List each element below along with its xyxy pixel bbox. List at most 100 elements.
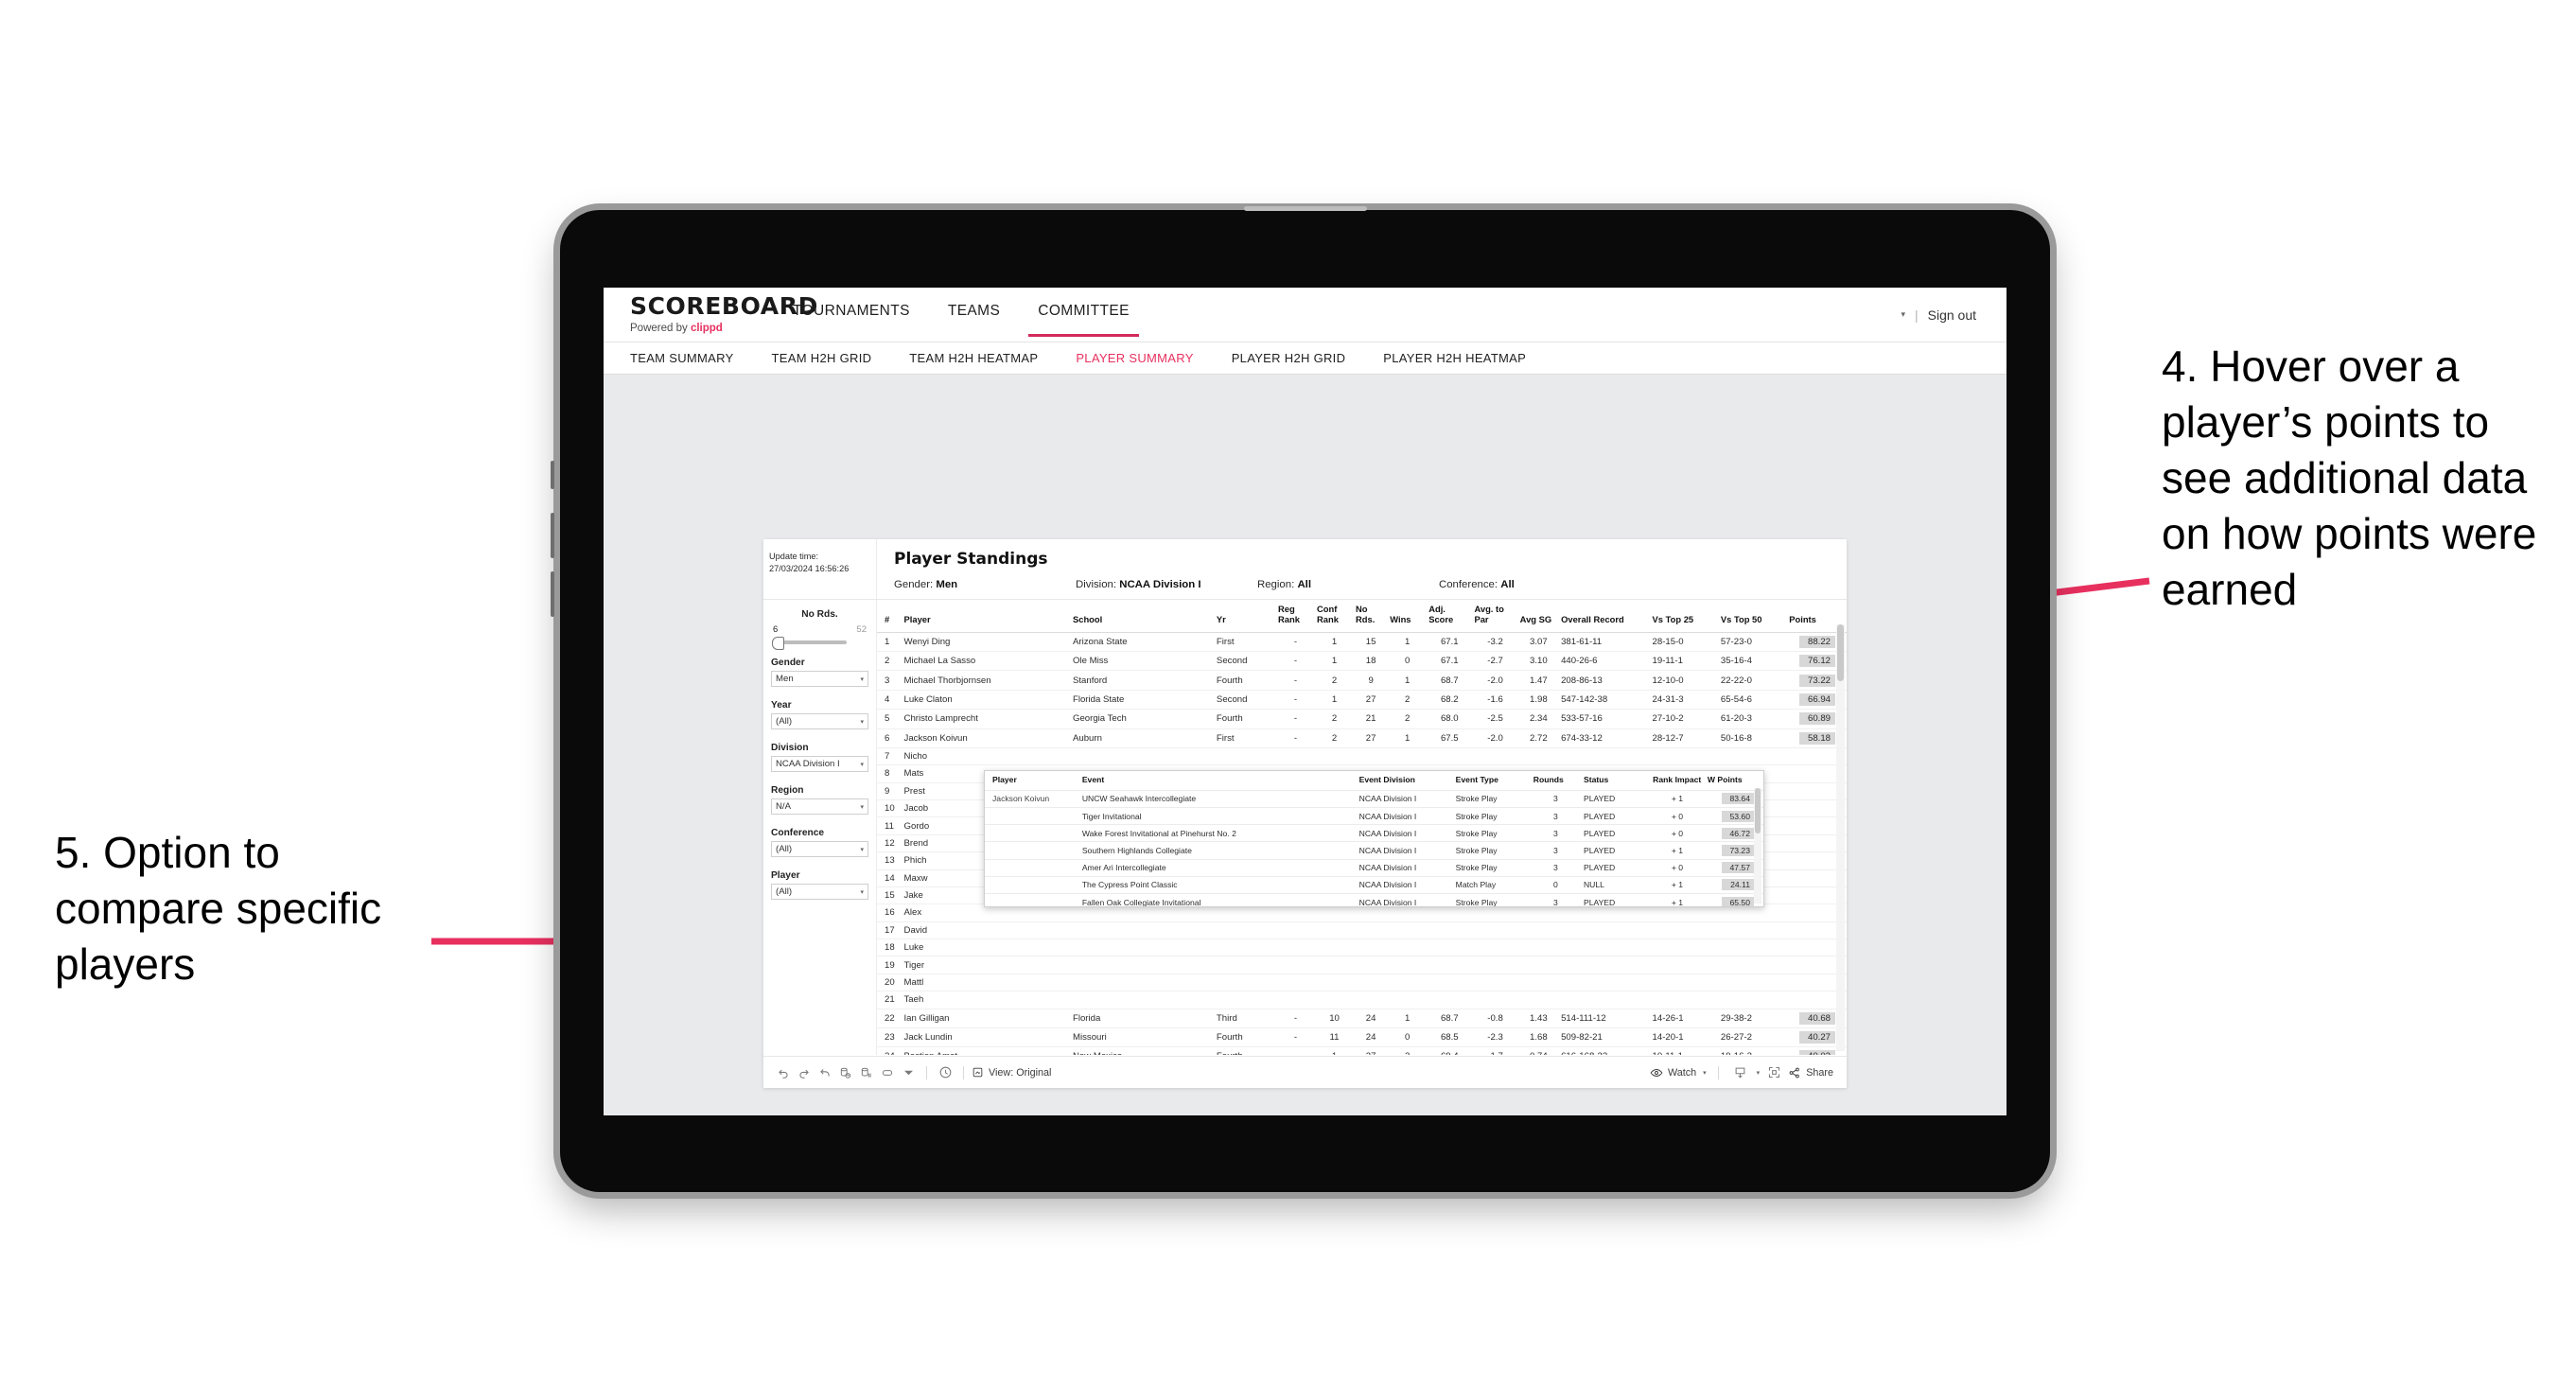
cell-overall-record: 208-86-13 bbox=[1559, 670, 1651, 691]
table-row[interactable]: 24Bastien AmatNew MexicoFourth-127269.4-… bbox=[877, 1046, 1847, 1055]
table-vertical-scrollbar[interactable] bbox=[1836, 624, 1845, 1051]
col-avg-to-par[interactable]: Avg. to Par bbox=[1472, 600, 1518, 633]
cell-avg-to-par: -2.0 bbox=[1472, 670, 1518, 691]
col-rank[interactable]: # bbox=[877, 600, 902, 633]
topnav-item-teams[interactable]: TEAMS bbox=[929, 303, 1019, 337]
points-breakdown-tooltip: Player Event Event Division Event Type R… bbox=[984, 770, 1764, 907]
view-original-button[interactable]: View: Original bbox=[972, 1066, 1051, 1079]
col-player[interactable]: Player bbox=[902, 600, 1071, 633]
subnav-item-player-h2h-heatmap[interactable]: PLAYER H2H HEATMAP bbox=[1364, 351, 1545, 365]
chevron-down-icon[interactable]: ▾ bbox=[1757, 1069, 1761, 1077]
topnav-item-committee[interactable]: COMMITTEE bbox=[1019, 303, 1148, 337]
col-reg-rank[interactable]: Reg Rank bbox=[1276, 600, 1316, 633]
col-year[interactable]: Yr bbox=[1214, 600, 1277, 633]
tooltip-scrollbar[interactable] bbox=[1754, 788, 1761, 904]
tipcell-player: Jackson Koivun bbox=[985, 789, 1079, 808]
table-row[interactable]: 19 Tiger bbox=[877, 956, 1847, 974]
tipcell-player bbox=[985, 858, 1079, 877]
no-rounds-slider-track[interactable] bbox=[772, 637, 847, 650]
cell-no-rounds: 24 bbox=[1354, 1027, 1389, 1048]
swap-layout-icon[interactable] bbox=[877, 1062, 898, 1083]
table-row[interactable]: 17 David bbox=[877, 921, 1847, 940]
tipcell-event: UNCW Seahawk Intercollegiate bbox=[1078, 789, 1357, 808]
subnav-item-player-h2h-grid[interactable]: PLAYER H2H GRID bbox=[1213, 351, 1365, 365]
col-school[interactable]: School bbox=[1070, 600, 1215, 633]
subnav-item-team-h2h-heatmap[interactable]: TEAM H2H HEATMAP bbox=[890, 351, 1057, 365]
col-vs-top-25[interactable]: Vs Top 25 bbox=[1650, 600, 1719, 633]
cell-adj-score: 68.2 bbox=[1427, 690, 1473, 711]
filter-select-conference[interactable]: (All) ▾ bbox=[771, 841, 868, 857]
col-no-rounds[interactable]: No Rds. bbox=[1354, 600, 1389, 633]
refresh-data-icon[interactable] bbox=[835, 1062, 856, 1083]
table-row[interactable]: 2 Michael La Sasso Ole Miss Second -1 18 0 67.1… bbox=[877, 651, 1847, 672]
cell-avg-to-par: -1.6 bbox=[1472, 690, 1518, 711]
cell-school: Stanford bbox=[1070, 670, 1215, 691]
cell-avg-sg bbox=[1517, 974, 1560, 992]
table-row[interactable]: 18 Luke bbox=[877, 939, 1847, 957]
brand-logo[interactable]: SCOREBOARD Powered by clippd bbox=[604, 288, 818, 342]
redo-icon[interactable] bbox=[794, 1062, 815, 1083]
table-row[interactable]: 6 Jackson Koivun Auburn First -2 27 1 67.5 -2.0 2… bbox=[877, 728, 1847, 748]
cell-vs-top-50 bbox=[1718, 747, 1788, 766]
table-row[interactable]: 4 Luke Claton Florida State Second -1 27 2 68.2… bbox=[877, 690, 1847, 711]
tooltip-scrollbar-thumb[interactable] bbox=[1755, 788, 1761, 833]
cell-overall-record: 547-142-38 bbox=[1559, 690, 1651, 711]
cell-adj-score: 68.5 bbox=[1427, 1027, 1473, 1048]
filter-select-gender[interactable]: Men ▾ bbox=[771, 671, 868, 687]
cell-vs-top-50: 35-16-4 bbox=[1718, 651, 1788, 672]
table-row[interactable]: 3 Michael Thorbjornsen Stanford Fourth -2 9 1 6… bbox=[877, 670, 1847, 691]
fullscreen-icon[interactable] bbox=[1763, 1062, 1784, 1083]
pause-data-icon[interactable] bbox=[856, 1062, 877, 1083]
page-title: Player Standings bbox=[894, 550, 1048, 569]
tipcell-player bbox=[985, 892, 1079, 906]
table-row[interactable]: 20 Mattl bbox=[877, 974, 1847, 992]
table-row[interactable]: 7 Nicho bbox=[877, 747, 1847, 766]
filter-select-division[interactable]: NCAA Division I ▾ bbox=[771, 756, 868, 772]
table-row[interactable]: 22 Ian Gilligan Florida Third -10 24 1 68.7 -0.8… bbox=[877, 1009, 1847, 1028]
cell-reg-rank: - bbox=[1276, 690, 1316, 711]
chevron-down-icon[interactable] bbox=[898, 1062, 919, 1083]
cell-year bbox=[1214, 991, 1277, 1009]
subnav-item-player-summary[interactable]: PLAYER SUMMARY bbox=[1057, 351, 1212, 365]
filter-select-region[interactable]: N/A ▾ bbox=[771, 798, 868, 815]
filter-select-year[interactable]: (All) ▾ bbox=[771, 713, 868, 729]
tipcell-event-type: Stroke Play bbox=[1452, 824, 1531, 842]
brand-wordmark: SCOREBOARD bbox=[630, 292, 818, 320]
history-clock-icon[interactable] bbox=[935, 1062, 955, 1083]
tipcell-status: PLAYED bbox=[1580, 807, 1651, 825]
col-adj-score[interactable]: Adj. Score bbox=[1427, 600, 1473, 633]
cell-avg-to-par bbox=[1472, 747, 1518, 766]
cell-adj-score bbox=[1427, 747, 1473, 766]
table-row[interactable]: 21 Taeh bbox=[877, 991, 1847, 1009]
table-row[interactable]: 23 Jack Lundin Missouri Fourth -11 24 0 68.5 -2.… bbox=[877, 1027, 1847, 1048]
share-button[interactable]: Share bbox=[1788, 1066, 1833, 1079]
subnav-item-team-h2h-grid[interactable]: TEAM H2H GRID bbox=[753, 351, 891, 365]
filter-select-player[interactable]: (All) ▾ bbox=[771, 884, 868, 900]
col-overall-record[interactable]: Overall Record bbox=[1559, 600, 1651, 633]
watch-button[interactable]: Watch ▾ bbox=[1650, 1066, 1707, 1079]
cell-vs-top-50: 19-16-2 bbox=[1718, 1046, 1788, 1055]
tipcell-event-division: NCAA Division I bbox=[1356, 875, 1453, 894]
col-vs-top-50[interactable]: Vs Top 50 bbox=[1718, 600, 1788, 633]
download-icon[interactable] bbox=[1730, 1062, 1751, 1083]
col-avg-sg[interactable]: Avg SG bbox=[1517, 600, 1560, 633]
subnav-item-team-summary[interactable]: TEAM SUMMARY bbox=[630, 351, 753, 365]
tipcell-event: Fallen Oak Collegiate Invitational bbox=[1078, 892, 1357, 906]
no-rounds-slider-max: 52 bbox=[856, 624, 867, 635]
revert-icon[interactable] bbox=[815, 1062, 835, 1083]
no-rounds-slider[interactable]: No Rds. 6 52 bbox=[771, 609, 868, 650]
table-row[interactable]: 5 Christo Lamprecht Georgia Tech Fourth -2 21… bbox=[877, 709, 1847, 729]
scrollbar-thumb[interactable] bbox=[1837, 624, 1844, 681]
cell-conf-rank: 1 bbox=[1315, 1046, 1355, 1055]
chevron-down-icon[interactable]: ▾ bbox=[1901, 309, 1905, 320]
col-wins[interactable]: Wins bbox=[1388, 600, 1428, 633]
undo-icon[interactable] bbox=[773, 1062, 794, 1083]
points-value: 58.18 bbox=[1799, 731, 1835, 745]
topnav-item-tournaments[interactable]: TOURNAMENTS bbox=[774, 303, 929, 337]
cell-conf-rank bbox=[1315, 974, 1355, 992]
col-conf-rank[interactable]: Conf Rank bbox=[1315, 600, 1355, 633]
table-row[interactable]: 1 Wenyi Ding Arizona State First -1 15 1 67.1 -3… bbox=[877, 632, 1847, 653]
tipcol-event: Event bbox=[1081, 775, 1105, 784]
sign-out-link[interactable]: Sign out bbox=[1928, 307, 1976, 323]
cell-player: Christo Lamprecht bbox=[902, 709, 1071, 729]
